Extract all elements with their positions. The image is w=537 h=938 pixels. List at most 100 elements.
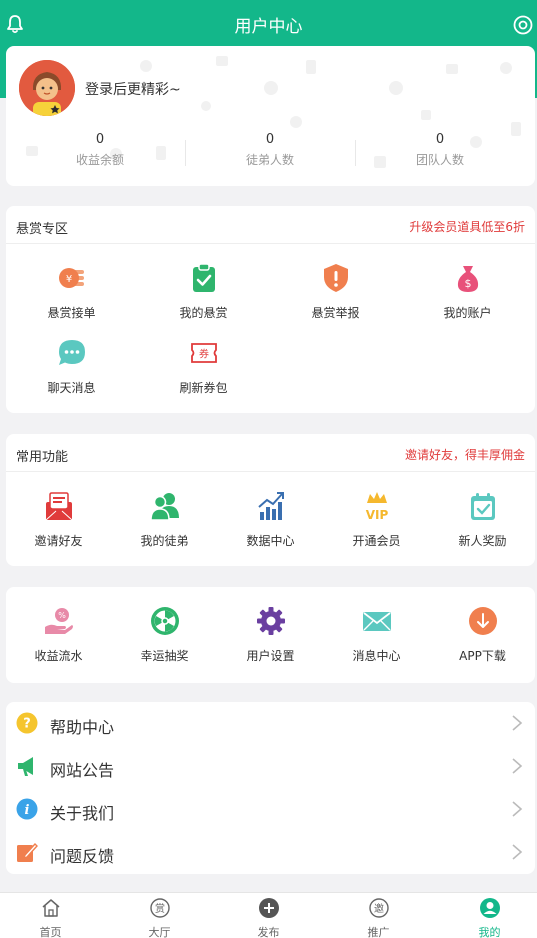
tile-app-download[interactable]: APP下载: [430, 605, 535, 664]
svg-text:%: %: [58, 611, 66, 620]
menu-item-feedback[interactable]: 问题反馈: [6, 831, 535, 874]
svg-text:i: i: [25, 803, 30, 818]
tab-mine[interactable]: 我的: [436, 897, 537, 938]
tile-invite-friends[interactable]: 邀请好友: [6, 490, 111, 549]
plus-circle-icon: [258, 898, 279, 918]
login-prompt[interactable]: 登录后更精彩~: [85, 79, 181, 99]
reward-zone-card: 悬赏专区 升级会员道具低至6折 ¥ 悬赏接单 我的悬赏 悬赏举报 $ 我的账户 …: [6, 206, 535, 413]
tab-label: 我的: [478, 926, 501, 938]
tile-label: 用户设置: [246, 649, 295, 663]
tab-promote[interactable]: 邀 推广: [325, 897, 432, 938]
svg-text:VIP: VIP: [365, 508, 388, 522]
section-header: 常用功能 邀请好友，得丰厚佣金: [6, 434, 535, 472]
svg-text:券: 券: [199, 348, 209, 361]
tile-label: 聊天消息: [47, 381, 96, 395]
stat-value: 0: [435, 132, 445, 147]
tile-report[interactable]: 悬赏举报: [283, 262, 388, 321]
svg-text:$: $: [464, 277, 471, 290]
avatar[interactable]: [19, 60, 75, 116]
tile-label: 数据中心: [246, 534, 295, 548]
menu-item-help[interactable]: ? 帮助中心: [6, 702, 535, 745]
tile-vip[interactable]: VIP 开通会员: [324, 490, 429, 549]
tile-label: 悬赏举报: [311, 306, 360, 320]
tile-label: 我的账户: [443, 306, 492, 320]
menu-item-announcement[interactable]: 网站公告: [6, 745, 535, 788]
tile-my-account[interactable]: $ 我的账户: [415, 262, 520, 321]
stat-apprentices[interactable]: 0 徒弟人数: [185, 132, 355, 168]
hand-coin-icon: %: [44, 608, 73, 634]
chevron-right-icon: [512, 801, 523, 817]
top-bar: 用户中心: [0, 0, 537, 48]
tile-lucky-draw[interactable]: 幸运抽奖: [112, 605, 217, 664]
menu-item-label: 关于我们: [50, 804, 115, 823]
stat-balance[interactable]: 0 收益余额: [15, 132, 185, 168]
tile-data-center[interactable]: 数据中心: [218, 490, 323, 549]
vip-crown-icon: VIP: [365, 492, 388, 522]
users-icon: [149, 493, 179, 521]
tile-label: 邀请好友: [34, 534, 83, 548]
tab-hall[interactable]: 赏 大厅: [106, 897, 213, 938]
home-icon: [42, 899, 59, 917]
user-icon: [479, 898, 500, 918]
svg-text:?: ?: [23, 717, 31, 732]
calendar-check-icon: [470, 493, 495, 520]
mail-icon: [362, 612, 391, 631]
menu-item-about[interactable]: i 关于我们: [6, 788, 535, 831]
tab-label: 首页: [39, 926, 62, 938]
tile-income-flow[interactable]: % 收益流水: [6, 605, 111, 664]
tab-label: 大厅: [148, 926, 171, 938]
more-functions-card: % 收益流水 幸运抽奖 用户设置 消息中心 APP下载: [6, 587, 535, 683]
tab-label: 发布: [257, 926, 280, 938]
chevron-right-icon: [512, 758, 523, 774]
section-header: 悬赏专区 升级会员道具低至6折: [6, 206, 535, 244]
tile-label: 收益流水: [34, 649, 83, 663]
chevron-right-icon: [512, 715, 523, 731]
avatar-illustration: [19, 60, 75, 116]
download-icon: [468, 607, 497, 635]
profile-card: 登录后更精彩~ 0 收益余额 0 徒弟人数 0 团队人数: [6, 46, 535, 186]
tile-my-rewards[interactable]: 我的悬赏: [151, 262, 256, 321]
info-icon: i: [16, 798, 38, 820]
tab-glyph: 邀: [374, 902, 384, 915]
shield-alert-icon: [323, 264, 348, 292]
tab-publish[interactable]: 发布: [215, 897, 322, 938]
tab-label: 推广: [367, 926, 390, 938]
coupon-icon: 券: [190, 343, 217, 363]
edit-icon: [17, 842, 38, 862]
bottom-tab-bar: 首页 赏 大厅 发布 邀 推广 我的: [0, 892, 537, 938]
stat-label: 徒弟人数: [245, 153, 294, 167]
tile-label: 悬赏接单: [47, 306, 96, 320]
tile-newbie-reward[interactable]: 新人奖励: [430, 490, 535, 549]
menu-item-label: 网站公告: [50, 761, 115, 780]
tab-home[interactable]: 首页: [0, 897, 104, 938]
settings-icon[interactable]: [512, 14, 534, 36]
megaphone-icon: [18, 757, 33, 776]
tile-label: 消息中心: [352, 649, 401, 663]
bar-chart-icon: [257, 492, 284, 520]
invite-envelope-icon: [45, 492, 72, 521]
gear-icon: [256, 607, 285, 635]
tile-accept-task[interactable]: ¥ 悬赏接单: [19, 262, 124, 321]
invite-promo-link[interactable]: 邀请好友，得丰厚佣金: [405, 446, 525, 463]
tile-label: 幸运抽奖: [140, 649, 189, 663]
tile-user-settings[interactable]: 用户设置: [218, 605, 323, 664]
tile-coupon[interactable]: 券 刷新券包: [151, 337, 256, 396]
tile-label: 刷新券包: [179, 381, 228, 395]
tile-my-apprentices[interactable]: 我的徒弟: [112, 490, 217, 549]
stat-value: 0: [95, 132, 105, 147]
stat-team[interactable]: 0 团队人数: [355, 132, 525, 168]
tile-message-center[interactable]: 消息中心: [324, 605, 429, 664]
vip-discount-link[interactable]: 升级会员道具低至6折: [409, 218, 525, 235]
tile-label: 我的悬赏: [179, 306, 228, 320]
chat-bubble-icon: [58, 340, 85, 365]
invite-icon: 邀: [368, 898, 389, 918]
menu-list: ? 帮助中心 网站公告 i 关于我们 问题反馈: [6, 702, 535, 874]
tile-label: 开通会员: [352, 534, 401, 548]
stat-value: 0: [265, 132, 275, 147]
menu-item-label: 问题反馈: [50, 847, 115, 866]
tile-chat[interactable]: 聊天消息: [19, 337, 124, 396]
stat-label: 团队人数: [415, 153, 464, 167]
reward-hall-icon: 赏: [149, 898, 170, 918]
money-bag-icon: $: [457, 266, 478, 292]
svg-text:¥: ¥: [65, 274, 71, 285]
